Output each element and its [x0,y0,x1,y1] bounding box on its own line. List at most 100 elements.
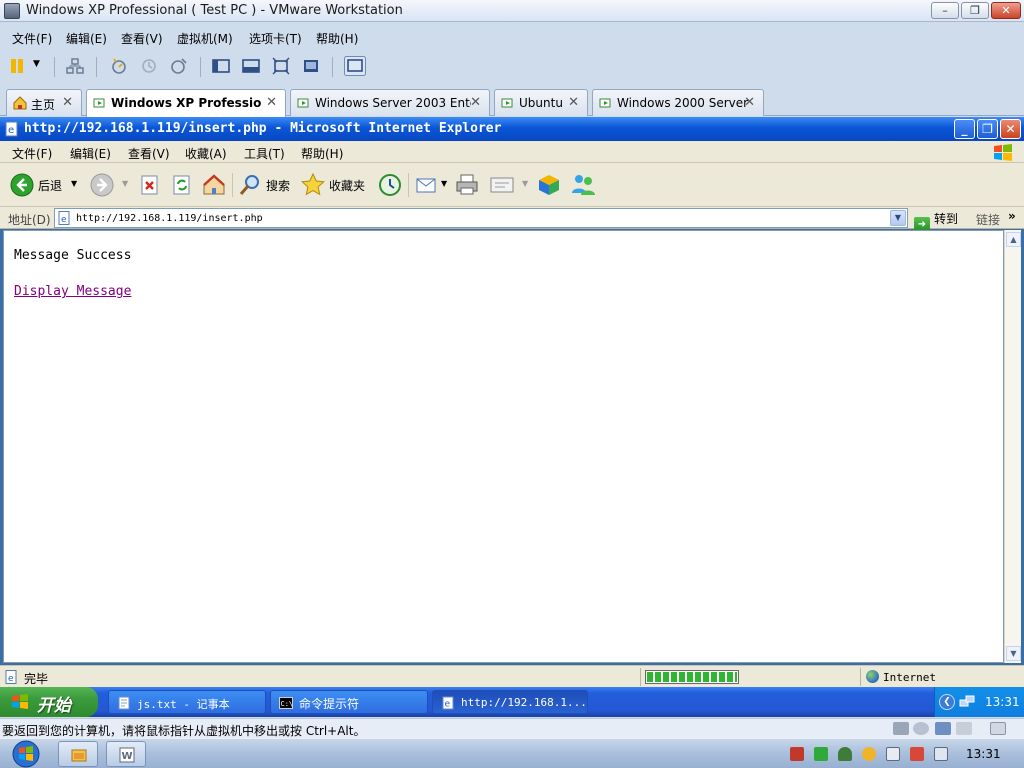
task-command-prompt[interactable]: C:\ 命令提示符 [270,690,428,714]
guest-screen[interactable]: e http://192.168.1.119/insert.php - Micr… [0,117,1024,717]
unity-icon[interactable] [302,57,320,75]
vmware-app-icon [4,3,20,19]
chevron-down-icon[interactable]: ▼ [71,179,77,188]
search-button-label[interactable]: 搜索 [266,177,290,194]
close-button[interactable]: ✕ [991,2,1021,19]
ie-menu-tools[interactable]: 工具(T) [244,145,285,162]
menu-view[interactable]: 查看(V) [121,30,163,47]
close-icon[interactable]: ✕ [266,95,277,110]
snapshot-manager-icon[interactable] [170,57,188,75]
start-button[interactable]: 开始 [0,687,98,717]
toolbar-separator [96,57,97,77]
minimize-button[interactable]: _ [954,119,975,139]
console-view-icon[interactable] [242,57,260,75]
network-icon[interactable] [66,57,84,75]
windows-start-orb-icon[interactable] [8,739,44,768]
links-button[interactable]: 链接 [976,211,1000,228]
menu-vm[interactable]: 虚拟机(M) [177,30,233,47]
network-icon[interactable] [910,747,924,761]
ie-menu-edit[interactable]: 编辑(E) [70,145,111,162]
menu-help[interactable]: 帮助(H) [316,30,358,47]
chevron-down-icon[interactable]: ▼ [522,179,528,188]
maximize-button[interactable]: ❐ [961,2,989,19]
ie-menu-view[interactable]: 查看(V) [128,145,170,162]
ie-status-bar: e 完毕 Internet [0,665,1024,687]
host-task-vmware[interactable]: W [106,741,146,767]
close-button[interactable]: ✕ [1000,119,1021,139]
tab-windows-server-2003[interactable]: Windows Server 2003 Enterpr... ✕ [290,89,490,116]
shield-icon[interactable] [838,747,852,761]
stop-icon[interactable] [140,175,160,195]
task-internet-explorer[interactable]: e http://192.168.1... [432,690,588,714]
sound-card-icon[interactable] [956,722,972,735]
vmware-window-controls: – ❐ ✕ [931,2,1021,19]
messenger-icon[interactable] [570,173,596,197]
scroll-up-arrow-icon[interactable]: ▲ [1006,232,1021,247]
mail-icon[interactable] [416,175,440,195]
antivirus-icon[interactable] [862,747,876,761]
forward-arrow-icon[interactable] [90,173,114,197]
security-icon[interactable] [790,747,804,761]
sidebar-view-icon[interactable] [212,57,230,75]
vertical-scrollbar[interactable]: ▲ ▼ [1004,230,1021,663]
chevron-down-icon[interactable]: ▼ [890,210,906,226]
tab-ubuntu[interactable]: Ubuntu ✕ [494,89,588,116]
success-message: Message Success [14,248,132,263]
display-message-link[interactable]: Display Message [14,284,131,299]
print-icon[interactable] [455,173,479,197]
tab-home[interactable]: 主页 ✕ [6,89,82,116]
ie-menu-file[interactable]: 文件(F) [12,145,52,162]
minimize-button[interactable]: – [931,2,959,19]
host-clock[interactable]: 13:31 [966,747,1001,761]
tab-windows-2000-server[interactable]: Windows 2000 Server ✕ [592,89,764,116]
back-button-label[interactable]: 后退 [38,177,62,194]
chevron-down-icon[interactable]: ▼ [441,179,447,188]
close-icon[interactable]: ✕ [744,95,755,110]
xp-clock[interactable]: 13:31 [985,695,1020,709]
network-connection-icon[interactable] [959,694,975,710]
refresh-icon[interactable] [172,175,192,195]
quick-switch-icon[interactable] [344,56,366,76]
star-icon[interactable] [301,173,325,197]
battery-icon[interactable] [814,747,828,761]
tab-windows-xp[interactable]: Windows XP Professional... ✕ [86,89,286,117]
menu-file[interactable]: 文件(F) [12,30,52,47]
home-icon[interactable] [202,173,226,197]
address-field[interactable]: e ▼ [54,208,908,228]
address-input[interactable] [76,210,876,226]
close-icon[interactable]: ✕ [62,95,73,110]
pause-icon[interactable] [8,57,26,75]
ie-menu-help[interactable]: 帮助(H) [301,145,343,162]
task-notepad[interactable]: js.txt - 记事本 [108,690,266,714]
chevron-left-icon[interactable]: ❮ [939,694,955,710]
fullscreen-icon[interactable] [272,57,290,75]
tab-label: Ubuntu [519,96,563,110]
scroll-down-arrow-icon[interactable]: ▼ [1006,646,1021,661]
chevron-down-icon[interactable]: ▼ [33,59,40,69]
network-adapter-icon[interactable] [935,722,951,735]
volume-icon[interactable] [934,747,948,761]
vmware-menubar: 文件(F) 编辑(E) 查看(V) 虚拟机(M) 选项卡(T) 帮助(H) [0,27,1024,49]
host-task-explorer[interactable] [58,741,98,767]
menu-tabs[interactable]: 选项卡(T) [249,30,302,47]
hard-disk-icon[interactable] [893,722,909,735]
chevron-down-icon[interactable]: ▼ [122,179,128,188]
edit-icon[interactable] [490,175,516,195]
menu-edit[interactable]: 编辑(E) [66,30,107,47]
clipboard-icon[interactable] [886,747,900,761]
favorites-button-label[interactable]: 收藏夹 [329,177,365,194]
maximize-button[interactable]: ❐ [977,119,998,139]
vmware-window-title: Windows XP Professional ( Test PC ) - VM… [26,3,403,18]
snapshot-icon[interactable] [110,57,128,75]
ie-menu-favorites[interactable]: 收藏(A) [185,145,227,162]
close-icon[interactable]: ✕ [568,95,579,110]
close-icon[interactable]: ✕ [470,95,481,110]
history-icon[interactable] [378,173,402,197]
search-icon[interactable] [238,173,262,197]
back-arrow-icon[interactable] [10,173,34,197]
discuss-icon[interactable] [537,173,561,197]
more-chevron-icon[interactable]: » [1008,209,1016,223]
cd-rom-icon[interactable] [913,722,929,735]
message-log-icon[interactable] [990,722,1006,735]
revert-snapshot-icon[interactable] [140,57,158,75]
